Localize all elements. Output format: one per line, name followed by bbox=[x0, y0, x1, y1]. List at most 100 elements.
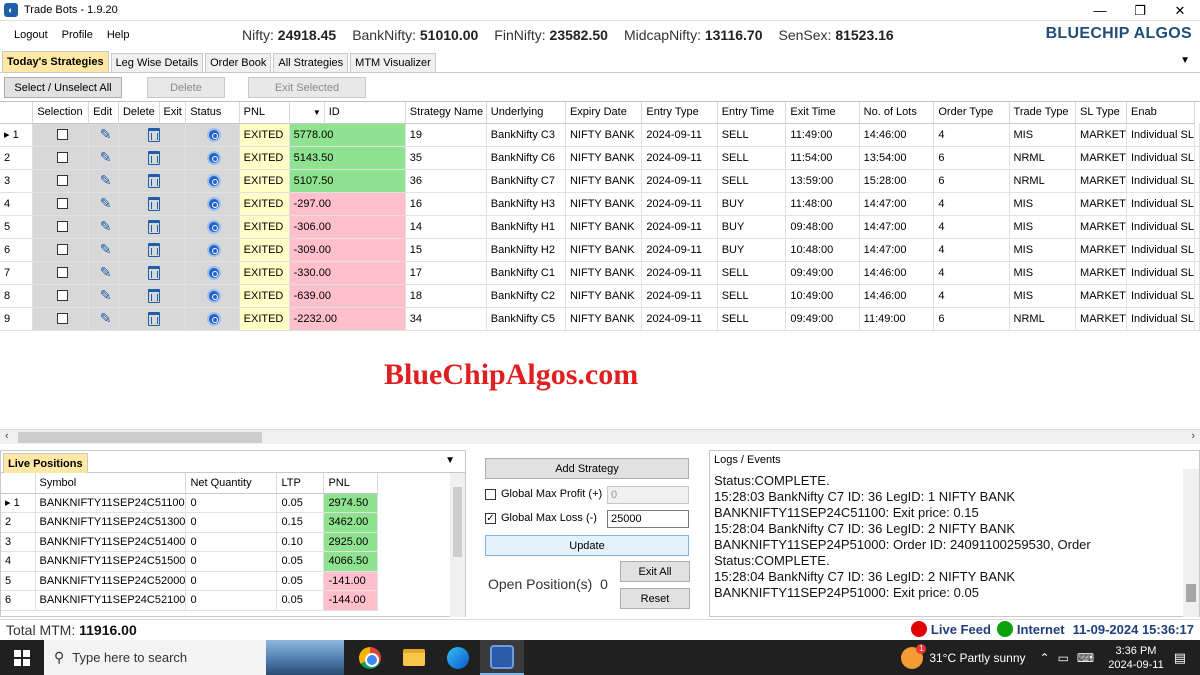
scroll-thumb[interactable] bbox=[1186, 584, 1196, 602]
table-row[interactable]: 7 ✎ EXITED -330.00 17 BankNifty C1 NIFTY BANK 2… bbox=[0, 261, 1200, 285]
exit-circle-icon[interactable] bbox=[185, 238, 240, 262]
delete-trash-icon[interactable] bbox=[118, 123, 187, 147]
live-position-row[interactable]: ▸ 1 BANKNIFTY11SEP24C51100 0 0.05 2974.50 bbox=[1, 493, 379, 513]
edit-pencil-icon[interactable]: ✎ bbox=[88, 215, 119, 239]
delete-trash-icon[interactable] bbox=[118, 307, 187, 331]
column-header-order-type[interactable]: Order Type bbox=[933, 102, 1010, 124]
weather-icon[interactable] bbox=[901, 643, 927, 669]
add-strategy-button[interactable]: Add Strategy bbox=[485, 458, 689, 479]
keyboard-icon[interactable]: ⌨ bbox=[1077, 651, 1094, 665]
selection-checkbox[interactable] bbox=[32, 192, 90, 216]
delete-trash-icon[interactable] bbox=[118, 215, 187, 239]
live-position-row[interactable]: 6 BANKNIFTY11SEP24C52100 0 0.05 -144.00 bbox=[1, 590, 379, 611]
exit-all-button[interactable]: Exit All bbox=[620, 561, 690, 582]
tab-dropdown-icon[interactable]: ▼ bbox=[1180, 55, 1190, 66]
edit-pencil-icon[interactable]: ✎ bbox=[88, 284, 119, 308]
max-loss-checkbox[interactable] bbox=[485, 512, 496, 524]
scroll-right-icon[interactable]: › bbox=[1191, 430, 1195, 442]
table-row[interactable]: 2 ✎ EXITED 5143.50 35 BankNifty C6 NIFTY BANK 2… bbox=[0, 146, 1200, 170]
column-header-exit[interactable]: Exit bbox=[159, 102, 187, 124]
column-header-entry-time[interactable]: Entry Time bbox=[717, 102, 787, 124]
reset-button[interactable]: Reset bbox=[620, 588, 690, 609]
live-position-row[interactable]: 5 BANKNIFTY11SEP24C52000 0 0.05 -141.00 bbox=[1, 571, 379, 591]
weather-text[interactable]: 31°C Partly sunny bbox=[929, 651, 1025, 665]
tab-mtm-visualizer[interactable]: MTM Visualizer bbox=[350, 53, 436, 72]
column-header-trade-type[interactable]: Trade Type bbox=[1009, 102, 1077, 124]
delete-trash-icon[interactable] bbox=[118, 192, 187, 216]
scroll-thumb[interactable] bbox=[18, 432, 262, 443]
column-header-id[interactable]: ID bbox=[324, 102, 406, 124]
selection-checkbox[interactable] bbox=[32, 146, 90, 170]
network-icon[interactable]: ▭ bbox=[1058, 651, 1069, 665]
exit-circle-icon[interactable] bbox=[185, 284, 240, 308]
logs-scrollbar[interactable] bbox=[1183, 469, 1199, 617]
delete-trash-icon[interactable] bbox=[118, 284, 187, 308]
live-column-net-quantity[interactable]: Net Quantity bbox=[185, 473, 278, 494]
tab-leg-wise-details[interactable]: Leg Wise Details bbox=[110, 53, 204, 72]
column-header-pnl[interactable]: PNL bbox=[239, 102, 290, 124]
live-positions-menu-icon[interactable]: ▼ bbox=[445, 455, 455, 466]
max-profit-input[interactable]: 0 bbox=[607, 486, 689, 504]
tab-order-book[interactable]: Order Book bbox=[205, 53, 272, 72]
selection-checkbox[interactable] bbox=[32, 123, 90, 147]
column-header-selection[interactable]: Selection bbox=[32, 102, 90, 124]
selection-checkbox[interactable] bbox=[32, 261, 90, 285]
sort-arrow-icon[interactable]: ▼ bbox=[289, 102, 325, 124]
selection-checkbox[interactable] bbox=[32, 238, 90, 262]
start-button[interactable] bbox=[0, 640, 44, 675]
column-header-expiry-date[interactable]: Expiry Date bbox=[565, 102, 643, 124]
exit-circle-icon[interactable] bbox=[185, 123, 240, 147]
close-icon[interactable]: ✕ bbox=[1160, 0, 1200, 21]
tab-all-strategies[interactable]: All Strategies bbox=[273, 53, 349, 72]
live-column-ltp[interactable]: LTP bbox=[276, 473, 325, 494]
live-positions-scrollbar[interactable] bbox=[450, 473, 465, 617]
edit-pencil-icon[interactable]: ✎ bbox=[88, 307, 119, 331]
column-header-exit-time[interactable]: Exit Time bbox=[785, 102, 860, 124]
edit-pencil-icon[interactable]: ✎ bbox=[88, 146, 119, 170]
column-header-status[interactable]: Status bbox=[185, 102, 240, 124]
live-column-symbol[interactable]: Symbol bbox=[35, 473, 187, 494]
minimize-icon[interactable]: — bbox=[1080, 0, 1120, 21]
restore-icon[interactable]: ❐ bbox=[1120, 0, 1160, 21]
edge-icon[interactable] bbox=[436, 640, 480, 675]
live-column-pnl[interactable]: PNL bbox=[323, 473, 379, 494]
table-row[interactable]: ▸ 1 ✎ EXITED 5778.00 19 BankNifty C3 NIFTY BAN… bbox=[0, 123, 1200, 147]
column-header-delete[interactable]: Delete bbox=[118, 102, 160, 124]
selection-checkbox[interactable] bbox=[32, 215, 90, 239]
live-position-row[interactable]: 4 BANKNIFTY11SEP24C51500 0 0.05 4066.50 bbox=[1, 551, 379, 572]
exit-circle-icon[interactable] bbox=[185, 192, 240, 216]
grid-horizontal-scrollbar[interactable]: ‹ › bbox=[0, 429, 1200, 444]
exit-circle-icon[interactable] bbox=[185, 146, 240, 170]
table-row[interactable]: 3 ✎ EXITED 5107.50 36 BankNifty C7 NIFTY BANK 2… bbox=[0, 169, 1200, 193]
edit-pencil-icon[interactable]: ✎ bbox=[88, 123, 119, 147]
column-header-edit[interactable]: Edit bbox=[88, 102, 119, 124]
file-explorer-icon[interactable] bbox=[392, 640, 436, 675]
exit-circle-icon[interactable] bbox=[185, 215, 240, 239]
edit-pencil-icon[interactable]: ✎ bbox=[88, 238, 119, 262]
table-row[interactable]: 4 ✎ EXITED -297.00 16 BankNifty H3 NIFTY BANK 2… bbox=[0, 192, 1200, 216]
column-header-entry-type[interactable]: Entry Type bbox=[641, 102, 718, 124]
column-header-underlying[interactable]: Underlying bbox=[486, 102, 566, 124]
max-loss-input[interactable]: 25000 bbox=[607, 510, 689, 528]
tray-chevron-icon[interactable]: ⌃ bbox=[1040, 651, 1050, 665]
column-header-strategy-name[interactable]: Strategy Name bbox=[405, 102, 487, 124]
select-all-button[interactable]: Select / Unselect All bbox=[4, 77, 122, 98]
tab-live-positions[interactable]: Live Positions bbox=[3, 453, 88, 473]
edit-pencil-icon[interactable]: ✎ bbox=[88, 169, 119, 193]
scroll-thumb[interactable] bbox=[453, 487, 462, 557]
table-row[interactable]: 6 ✎ EXITED -309.00 15 BankNifty H2 NIFTY BANK 2… bbox=[0, 238, 1200, 262]
update-button[interactable]: Update bbox=[485, 535, 689, 556]
exit-circle-icon[interactable] bbox=[185, 261, 240, 285]
live-position-row[interactable]: 3 BANKNIFTY11SEP24C51400 0 0.10 2925.00 bbox=[1, 532, 379, 552]
notifications-icon[interactable]: ▤ bbox=[1174, 650, 1186, 666]
taskbar-clock[interactable]: 3:36 PM 2024-09-11 bbox=[1108, 644, 1163, 672]
selection-checkbox[interactable] bbox=[32, 284, 90, 308]
column-header-no-of-lots[interactable]: No. of Lots bbox=[859, 102, 935, 124]
max-profit-checkbox[interactable] bbox=[485, 488, 496, 500]
tab-todays-strategies[interactable]: Today's Strategies bbox=[2, 51, 109, 72]
edit-pencil-icon[interactable]: ✎ bbox=[88, 192, 119, 216]
chrome-icon[interactable] bbox=[348, 640, 392, 675]
table-row[interactable]: 8 ✎ EXITED -639.00 18 BankNifty C2 NIFTY BANK 2… bbox=[0, 284, 1200, 308]
exit-circle-icon[interactable] bbox=[185, 307, 240, 331]
delete-trash-icon[interactable] bbox=[118, 261, 187, 285]
